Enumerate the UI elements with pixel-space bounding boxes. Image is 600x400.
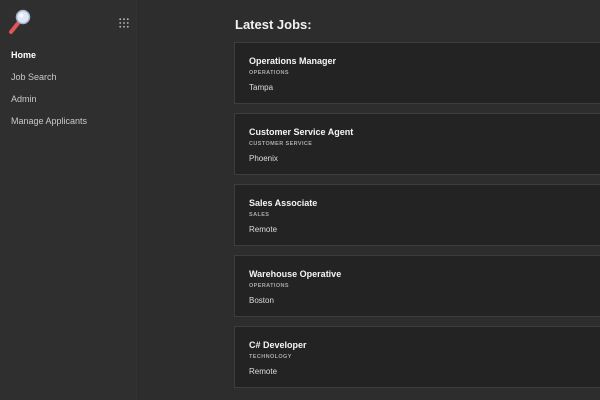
- job-card[interactable]: Warehouse Operative OPERATIONS Boston: [234, 255, 600, 317]
- job-location: Remote: [249, 225, 278, 234]
- job-title: C# Developer: [249, 340, 307, 350]
- job-location: Remote: [249, 367, 278, 376]
- job-department: SALES: [249, 212, 270, 218]
- magnifier-logo-icon[interactable]: [8, 9, 32, 35]
- sidebar: Home Job Search Admin Manage Applicants: [0, 0, 137, 400]
- sidebar-item-admin[interactable]: Admin: [11, 93, 87, 115]
- job-title: Sales Associate: [249, 198, 318, 208]
- job-list: Operations Manager OPERATIONS Tampa Cust…: [234, 42, 600, 397]
- job-card[interactable]: C# Developer TECHNOLOGY Remote: [234, 326, 600, 388]
- job-department: OPERATIONS: [249, 70, 289, 76]
- page-title: Latest Jobs:: [235, 17, 312, 32]
- job-title: Customer Service Agent: [249, 127, 354, 137]
- job-card[interactable]: Customer Service Agent CUSTOMER SERVICE …: [234, 113, 600, 175]
- sidebar-item-home[interactable]: Home: [11, 49, 87, 71]
- job-location: Tampa: [249, 83, 274, 92]
- job-department: CUSTOMER SERVICE: [249, 141, 313, 147]
- sidebar-nav: Home Job Search Admin Manage Applicants: [11, 49, 87, 137]
- main-content: Latest Jobs: Operations Manager OPERATIO…: [138, 0, 600, 400]
- sidebar-item-manage-applicants[interactable]: Manage Applicants: [11, 115, 87, 137]
- job-card[interactable]: Operations Manager OPERATIONS Tampa: [234, 42, 600, 104]
- sidebar-item-job-search[interactable]: Job Search: [11, 71, 87, 93]
- job-title: Operations Manager: [249, 56, 337, 66]
- job-location: Boston: [249, 296, 274, 305]
- job-card[interactable]: Sales Associate SALES Remote: [234, 184, 600, 246]
- job-department: OPERATIONS: [249, 283, 289, 289]
- job-location: Phoenix: [249, 154, 278, 163]
- job-title: Warehouse Operative: [249, 269, 342, 279]
- job-department: TECHNOLOGY: [249, 354, 292, 360]
- grid-dots-icon[interactable]: [119, 15, 129, 28]
